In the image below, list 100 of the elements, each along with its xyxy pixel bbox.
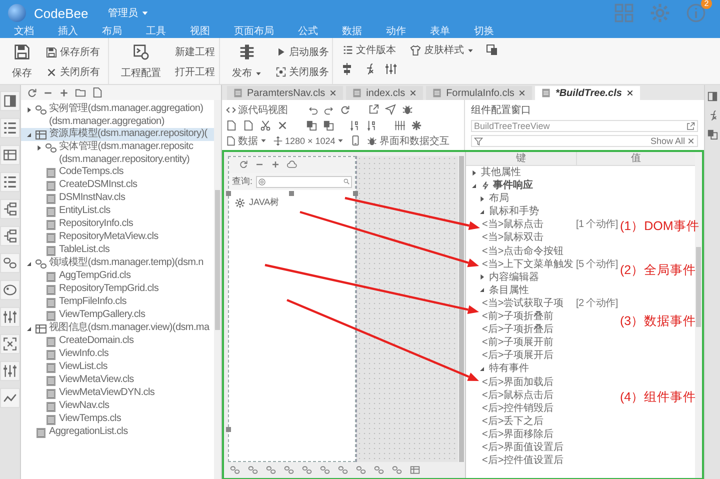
property-key[interactable]: <前>子项折叠前 xyxy=(482,310,554,324)
copy-icon[interactable] xyxy=(707,129,718,140)
tree-item[interactable]: ViewTempGallery.cls xyxy=(21,309,214,322)
source-view-button[interactable]: 源代码视图 xyxy=(226,102,288,116)
data-dropdown[interactable]: 数据 xyxy=(226,134,267,148)
property-key[interactable]: <后>子项折叠后 xyxy=(482,323,554,336)
resize-handle[interactable] xyxy=(226,427,231,432)
skin-style-button[interactable]: 皮肤样式 xyxy=(408,42,476,58)
expand-icon[interactable] xyxy=(271,160,280,169)
editor-tab[interactable]: FormulaInfo.cls xyxy=(426,86,532,100)
menu-item[interactable]: 工具 xyxy=(146,26,166,38)
cloud-icon[interactable] xyxy=(287,160,297,170)
property-key[interactable]: <后>控件销毁后 xyxy=(482,402,554,415)
tree-item[interactable]: ViewNav.cls xyxy=(21,400,214,414)
component-icon[interactable] xyxy=(374,465,384,475)
focus-icon[interactable] xyxy=(0,334,20,354)
component-icon[interactable] xyxy=(248,465,258,475)
tree-item[interactable]: RepositoryTempGrid.cls xyxy=(21,283,214,296)
tree-component[interactable]: 查询: JAVA树 xyxy=(228,156,356,462)
resize-handle[interactable] xyxy=(353,191,358,196)
sort-icon[interactable] xyxy=(350,120,361,130)
palette-icon[interactable] xyxy=(0,280,20,300)
resize-handle[interactable] xyxy=(289,191,294,196)
tree-item[interactable]: 视图信息(dsm.manager.view)(dsm.ma xyxy=(21,322,214,336)
tree-item[interactable]: ViewMetaViewDYN.cls xyxy=(21,387,214,400)
refresh-icon[interactable] xyxy=(340,104,350,114)
panel-icon[interactable] xyxy=(707,91,718,102)
filter-field[interactable]: Show All xyxy=(471,135,698,147)
property-key[interactable]: <当>鼠标双击 xyxy=(482,231,544,245)
tree-item[interactable]: ViewInfo.cls xyxy=(21,348,214,362)
sliders-icon[interactable] xyxy=(385,63,397,75)
menu-item[interactable]: 表单 xyxy=(430,26,450,38)
refresh-icon[interactable] xyxy=(27,88,37,98)
property-key[interactable]: <当>尝试获取子项 xyxy=(482,296,564,310)
grid-lines-icon[interactable] xyxy=(394,120,405,130)
property-key[interactable]: <后>控件值设置后 xyxy=(482,454,564,468)
tree-node[interactable]: JAVA树 xyxy=(249,196,280,209)
publish-button[interactable]: 发布 xyxy=(228,42,266,82)
menu-item[interactable]: 切换 xyxy=(474,26,494,38)
resize-handle[interactable] xyxy=(226,191,231,196)
tree-item[interactable]: 领域模型(dsm.manager.temp)(dsm.n xyxy=(21,257,214,270)
property-key[interactable]: <当>点击命令按钮 xyxy=(482,244,564,258)
tree-item[interactable]: RepositoryMetaView.cls xyxy=(21,231,214,244)
asterisk-icon[interactable] xyxy=(411,120,422,130)
open-project-button[interactable]: 打开工程 xyxy=(173,64,217,80)
copy-icon[interactable] xyxy=(323,120,334,130)
undo-icon[interactable] xyxy=(308,104,318,114)
tree-item[interactable]: ViewMetaView.cls xyxy=(21,374,214,388)
property-key[interactable]: <后>界面值设置后 xyxy=(482,440,564,454)
sort-icon[interactable] xyxy=(367,120,378,130)
tree-item[interactable]: CreateDSMInst.cls xyxy=(21,179,214,192)
grid-icon[interactable] xyxy=(0,145,20,165)
stop-service-button[interactable]: 关闭服务 xyxy=(274,64,331,80)
close-icon[interactable] xyxy=(409,89,418,97)
property-key[interactable]: <当>鼠标点击 xyxy=(482,218,544,232)
component-icon[interactable] xyxy=(266,465,276,475)
folder-icon[interactable] xyxy=(75,87,86,98)
scrollbar[interactable] xyxy=(458,156,465,462)
property-key[interactable]: <后>丢下之后 xyxy=(482,414,544,428)
tree-item[interactable]: 实体管理(dsm.manager.repositc (dsm.manager.repository.entity) xyxy=(21,141,214,166)
component-icon[interactable] xyxy=(410,465,420,475)
document-icon[interactable] xyxy=(92,87,103,98)
align-icon[interactable] xyxy=(341,63,353,75)
export-icon[interactable] xyxy=(368,104,379,115)
close-icon[interactable] xyxy=(329,89,338,97)
tree-item[interactable]: 实例管理(dsm.manager.aggregation) (dsm.manager.aggregation) xyxy=(21,103,214,128)
list-icon[interactable] xyxy=(0,172,20,192)
property-key[interactable]: <前>子项展开前 xyxy=(482,336,554,350)
tree-item[interactable]: DSMInstNav.cls xyxy=(21,192,214,206)
menu-item[interactable]: 公式 xyxy=(298,26,318,38)
bug-icon[interactable] xyxy=(402,104,413,115)
start-service-button[interactable]: 启动服务 xyxy=(274,44,331,60)
chart-icon[interactable] xyxy=(0,388,20,408)
cut-icon[interactable] xyxy=(260,120,271,130)
project-config-button[interactable]: 工程配置 xyxy=(117,42,165,82)
user-menu[interactable]: 管理员 xyxy=(106,5,152,21)
save-button[interactable]: 保存 xyxy=(8,42,36,82)
tree-item[interactable]: ViewTemps.cls xyxy=(21,413,214,426)
component-icon[interactable] xyxy=(392,465,402,475)
tree-item[interactable]: CodeTemps.cls xyxy=(21,166,214,180)
editor-tab[interactable]: ParamtersNav.cls xyxy=(227,86,344,100)
tree-item[interactable]: 资源库模型(dsm.manager.repository)( xyxy=(21,128,214,142)
branch-icon[interactable] xyxy=(0,199,20,219)
menu-item[interactable]: 布局 xyxy=(102,26,122,38)
redo-icon[interactable] xyxy=(324,104,334,114)
menu-item[interactable]: 动作 xyxy=(386,26,406,38)
property-key[interactable]: <后>鼠标点击后 xyxy=(482,388,554,402)
tree-item[interactable]: TempFileInfo.cls xyxy=(21,296,214,310)
send-icon[interactable] xyxy=(385,104,396,115)
show-all-link[interactable]: Show All xyxy=(650,136,685,146)
query-field[interactable] xyxy=(256,176,352,188)
property-key[interactable]: <后>界面加载后 xyxy=(482,376,554,389)
component-icon[interactable] xyxy=(356,465,366,475)
tree-item[interactable]: AggTempGrid.cls xyxy=(21,270,214,284)
grid-canvas[interactable] xyxy=(356,156,458,462)
component-icon[interactable] xyxy=(284,465,294,475)
menu-item[interactable]: 文档 xyxy=(14,26,34,38)
menu-item[interactable]: 数据 xyxy=(342,26,362,38)
editor-tab[interactable]: *BuildTree.cls xyxy=(535,86,640,100)
menu-item[interactable]: 页面布局 xyxy=(234,26,274,38)
